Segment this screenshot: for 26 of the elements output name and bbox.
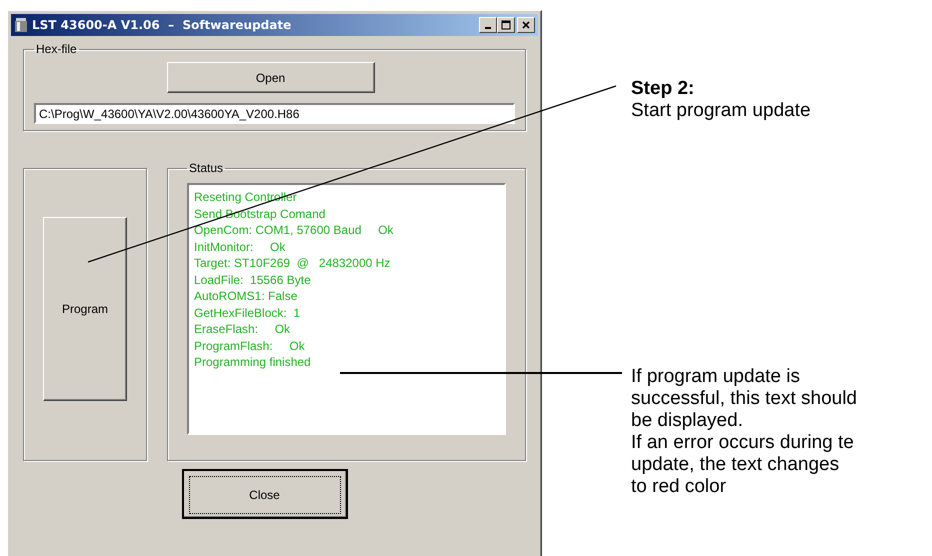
group-label: Status [188,161,224,175]
log-line: Target: ST10F269 @ 24832000 Hz [194,255,392,272]
maximize-icon [501,20,511,30]
annotation-text: Start program update [631,100,812,122]
close-icon [521,20,531,30]
file-path-field[interactable]: C:\Prog\W_43600\YA\V2.00\43600YA_V200.H86 [34,103,515,124]
program-button[interactable]: Program [43,217,127,401]
log-line: Programming finished [194,354,312,370]
log-line: OpenCom: COM1, 57600 Baud Ok [194,222,394,238]
log-line: LoadFile: 15566 Byte [194,272,312,288]
minimize-button[interactable] [479,17,497,33]
step-title: Step 2: [631,78,696,100]
log-line: EraseFlash: Ok [194,321,292,338]
log-line: InitMonitor: Ok [194,238,286,255]
jar-icon [14,17,28,33]
log-line: AutoROMS1: False [194,288,298,304]
close-dialog-button[interactable]: Close [182,469,348,519]
log-line: ProgramFlash: Ok [194,338,306,354]
close-button[interactable] [517,17,535,33]
log-line: GetHexFileBlock: 1 [194,304,302,321]
window-title: LST 43600-A V1.06 – Softwareupdate [32,18,292,32]
maximize-button[interactable] [497,17,515,33]
minimize-icon [485,27,491,29]
annotation-text: If program update is successful, this text should be displayed. If an error occurs during te update, the text changes to red color [631,366,858,498]
group-label: Hex-file [35,42,78,56]
open-button[interactable]: Open [166,62,374,93]
